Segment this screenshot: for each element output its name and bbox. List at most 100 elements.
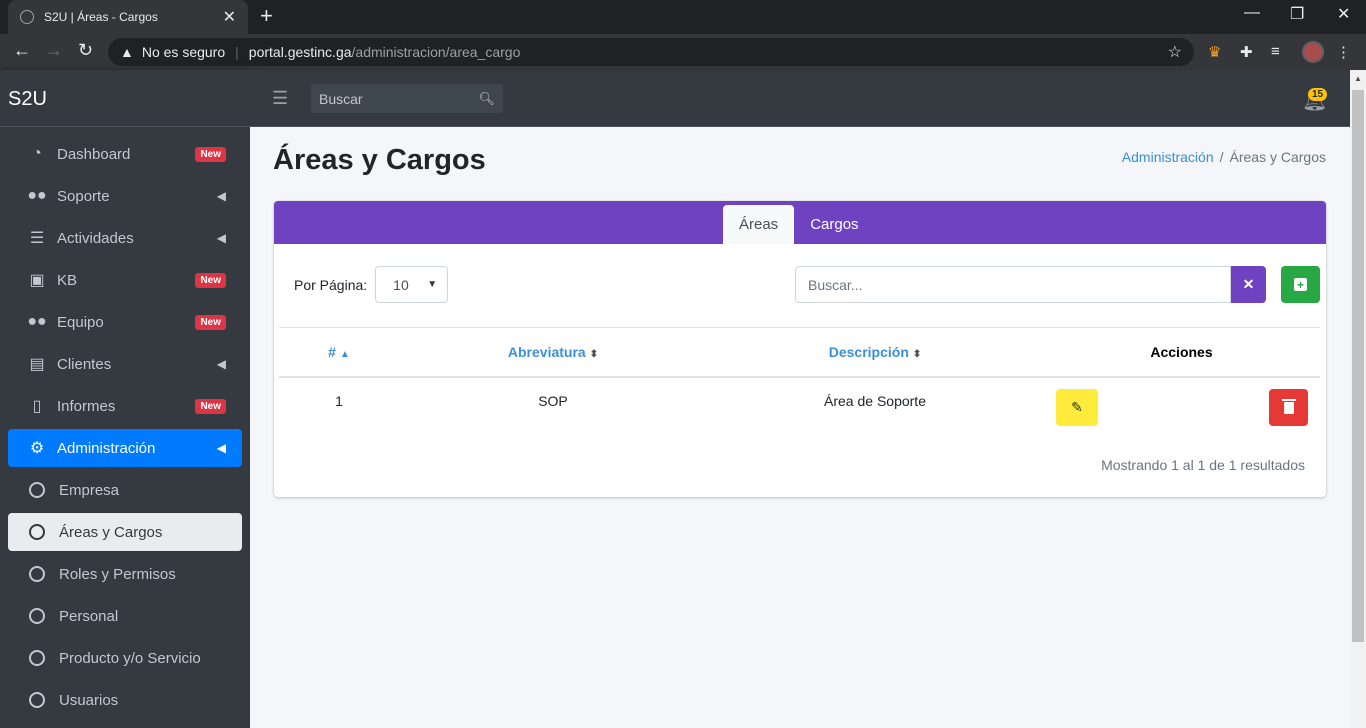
circle-icon	[29, 650, 45, 666]
media-playlist-icon[interactable]: ≡	[1271, 43, 1280, 60]
circle-icon	[29, 692, 45, 708]
column-header-id[interactable]: # ▲	[279, 327, 399, 378]
pagination-info: Mostrando 1 al 1 de 1 resultados	[1101, 457, 1305, 473]
breadcrumb-current: Áreas y Cargos	[1229, 149, 1326, 165]
chevron-left-icon: ◀	[216, 231, 226, 245]
sidebar-item-informes[interactable]: ▯ Informes New	[8, 387, 242, 425]
reload-icon[interactable]: ↻	[78, 40, 93, 61]
users-icon: ●●	[27, 187, 47, 204]
brand-logo[interactable]: S2U	[0, 70, 250, 127]
window-close-icon[interactable]: ✕	[1337, 4, 1350, 24]
column-header-abreviatura[interactable]: Abreviatura ⬍	[399, 327, 707, 378]
top-navbar: ☰ 🔍︎ 🔔︎ 15	[250, 70, 1350, 127]
sidebar-item-label: Dashboard	[57, 145, 131, 163]
column-header-descripcion[interactable]: Descripción ⬍	[707, 327, 1043, 378]
users-icon: ●●	[27, 313, 47, 330]
circle-icon	[29, 608, 45, 624]
scroll-up-icon[interactable]: ▲	[1354, 74, 1362, 83]
delete-button[interactable]	[1269, 389, 1308, 426]
security-label[interactable]: No es seguro	[142, 44, 225, 60]
puzzle-extensions-icon[interactable]: ✚	[1240, 43, 1253, 61]
table-search-input[interactable]	[795, 266, 1231, 303]
minimize-icon[interactable]: —	[1244, 4, 1260, 22]
globe-icon	[20, 10, 34, 24]
areas-table: # ▲ Abreviatura ⬍ Descripción ⬍ Acciones 1 …	[279, 327, 1320, 425]
sidebar-item-label: Actividades	[57, 229, 134, 247]
column-header-acciones: Acciones	[1043, 327, 1320, 378]
forward-icon[interactable]: →	[45, 40, 63, 61]
search-icon[interactable]: 🔍︎	[478, 91, 495, 107]
browser-tab[interactable]: S2U | Áreas - Cargos ✕	[8, 0, 248, 34]
plus-square-icon: +	[1294, 278, 1307, 291]
table-search: ✕	[795, 266, 1266, 303]
clear-search-button[interactable]: ✕	[1231, 266, 1266, 303]
restore-icon[interactable]: ❐	[1290, 4, 1304, 24]
sidebar-subitem-usuarios[interactable]: Usuarios	[8, 681, 242, 719]
tab-title: S2U | Áreas - Cargos	[44, 10, 158, 24]
dashboard-icon: ◔	[32, 145, 42, 162]
sidebar-item-label: Administración	[57, 439, 156, 457]
chevron-left-icon: ◀	[216, 441, 226, 455]
crown-extension-icon[interactable]: ♛	[1208, 43, 1221, 61]
address-bar[interactable]: ▲ No es seguro | portal.gestinc.ga/admin…	[108, 38, 1194, 66]
back-icon[interactable]: ←	[13, 40, 31, 61]
sidebar-subitem-empresa[interactable]: Empresa	[8, 471, 242, 509]
sidebar-item-equipo[interactable]: ●● Equipo New	[8, 303, 242, 341]
browser-tabbar: S2U | Áreas - Cargos ✕ + — ❐ ✕	[0, 0, 1366, 34]
per-page-value: 10	[393, 276, 409, 293]
profile-avatar[interactable]	[1302, 41, 1324, 63]
circle-icon	[29, 524, 45, 540]
sidebar-item-actividades[interactable]: ☰ Actividades ◀	[8, 219, 242, 257]
circle-icon	[29, 482, 45, 498]
sort-asc-icon: ▲	[339, 348, 350, 360]
sidebar-subitem-producto-servicio[interactable]: Producto y/o Servicio	[8, 639, 242, 677]
card-tabs: Áreas Cargos	[723, 205, 875, 244]
bookmark-star-icon[interactable]: ☆	[1168, 42, 1182, 62]
hamburger-menu-icon[interactable]: ☰	[272, 88, 288, 109]
scrollbar-thumb[interactable]	[1352, 90, 1364, 642]
document-icon: ▯	[32, 398, 42, 415]
sidebar-subitem-areas-cargos[interactable]: Áreas y Cargos	[8, 513, 242, 551]
sidebar-item-dashboard[interactable]: ◔ Dashboard New	[8, 135, 242, 173]
trash-icon	[1281, 398, 1296, 414]
sidebar-item-label: Clientes	[57, 355, 112, 373]
navbar-search: 🔍︎	[311, 84, 503, 113]
tab-areas[interactable]: Áreas	[723, 205, 795, 244]
sidebar-subitem-personal[interactable]: Personal	[8, 597, 242, 635]
sort-icon: ⬍	[912, 348, 922, 360]
sidebar-item-soporte[interactable]: ●● Soporte ◀	[8, 177, 242, 215]
cell-id: 1	[335, 393, 343, 409]
sidebar-item-kb[interactable]: ▣ KB New	[8, 261, 242, 299]
sidebar-item-label: Áreas y Cargos	[59, 523, 163, 541]
sidebar-item-label: Personal	[59, 607, 119, 625]
navbar-search-input[interactable]	[311, 90, 471, 107]
sidebar-item-label: Producto y/o Servicio	[59, 649, 201, 667]
sidebar-item-clientes[interactable]: ▤ Clientes ◀	[8, 345, 242, 383]
new-badge: New	[195, 398, 226, 414]
new-badge: New	[195, 146, 226, 162]
circle-icon	[29, 566, 45, 582]
add-area-button[interactable]: +	[1281, 266, 1320, 303]
new-tab-icon[interactable]: +	[260, 5, 273, 27]
warning-icon[interactable]: ▲	[120, 44, 134, 60]
per-page-control: Por Página: 10 ▼	[294, 266, 449, 303]
browser-menu-icon[interactable]: ⋮	[1336, 43, 1351, 61]
page-scrollbar[interactable]: ▲	[1350, 70, 1366, 728]
sidebar-item-administracion[interactable]: ⚙ Administración ◀	[8, 429, 242, 467]
notification-count-badge: 15	[1308, 88, 1328, 101]
tab-cargos[interactable]: Cargos	[794, 205, 874, 244]
chevron-left-icon: ◀	[216, 189, 226, 203]
cell-abreviatura: SOP	[538, 393, 568, 409]
contact-book-icon: ▤	[29, 356, 45, 373]
per-page-select[interactable]: 10 ▼	[375, 266, 449, 303]
sidebar-item-label: Informes	[57, 397, 116, 415]
sidebar-subitem-roles-permisos[interactable]: Roles y Permisos	[8, 555, 242, 593]
areas-cargos-card: Áreas Cargos Por Página: 10 ▼ ✕ + #▲ Abr…	[274, 201, 1326, 497]
edit-button[interactable]: ✎	[1056, 389, 1098, 426]
sidebar-item-label: Empresa	[59, 481, 120, 499]
gear-icon: ⚙	[29, 440, 45, 457]
breadcrumb-link-administracion[interactable]: Administración	[1122, 149, 1214, 165]
browser-toolbar: ← → ↻ ▲ No es seguro | portal.gestinc.ga…	[0, 34, 1366, 70]
edit-icon: ✎	[1071, 399, 1083, 415]
close-tab-icon[interactable]: ✕	[223, 7, 236, 27]
